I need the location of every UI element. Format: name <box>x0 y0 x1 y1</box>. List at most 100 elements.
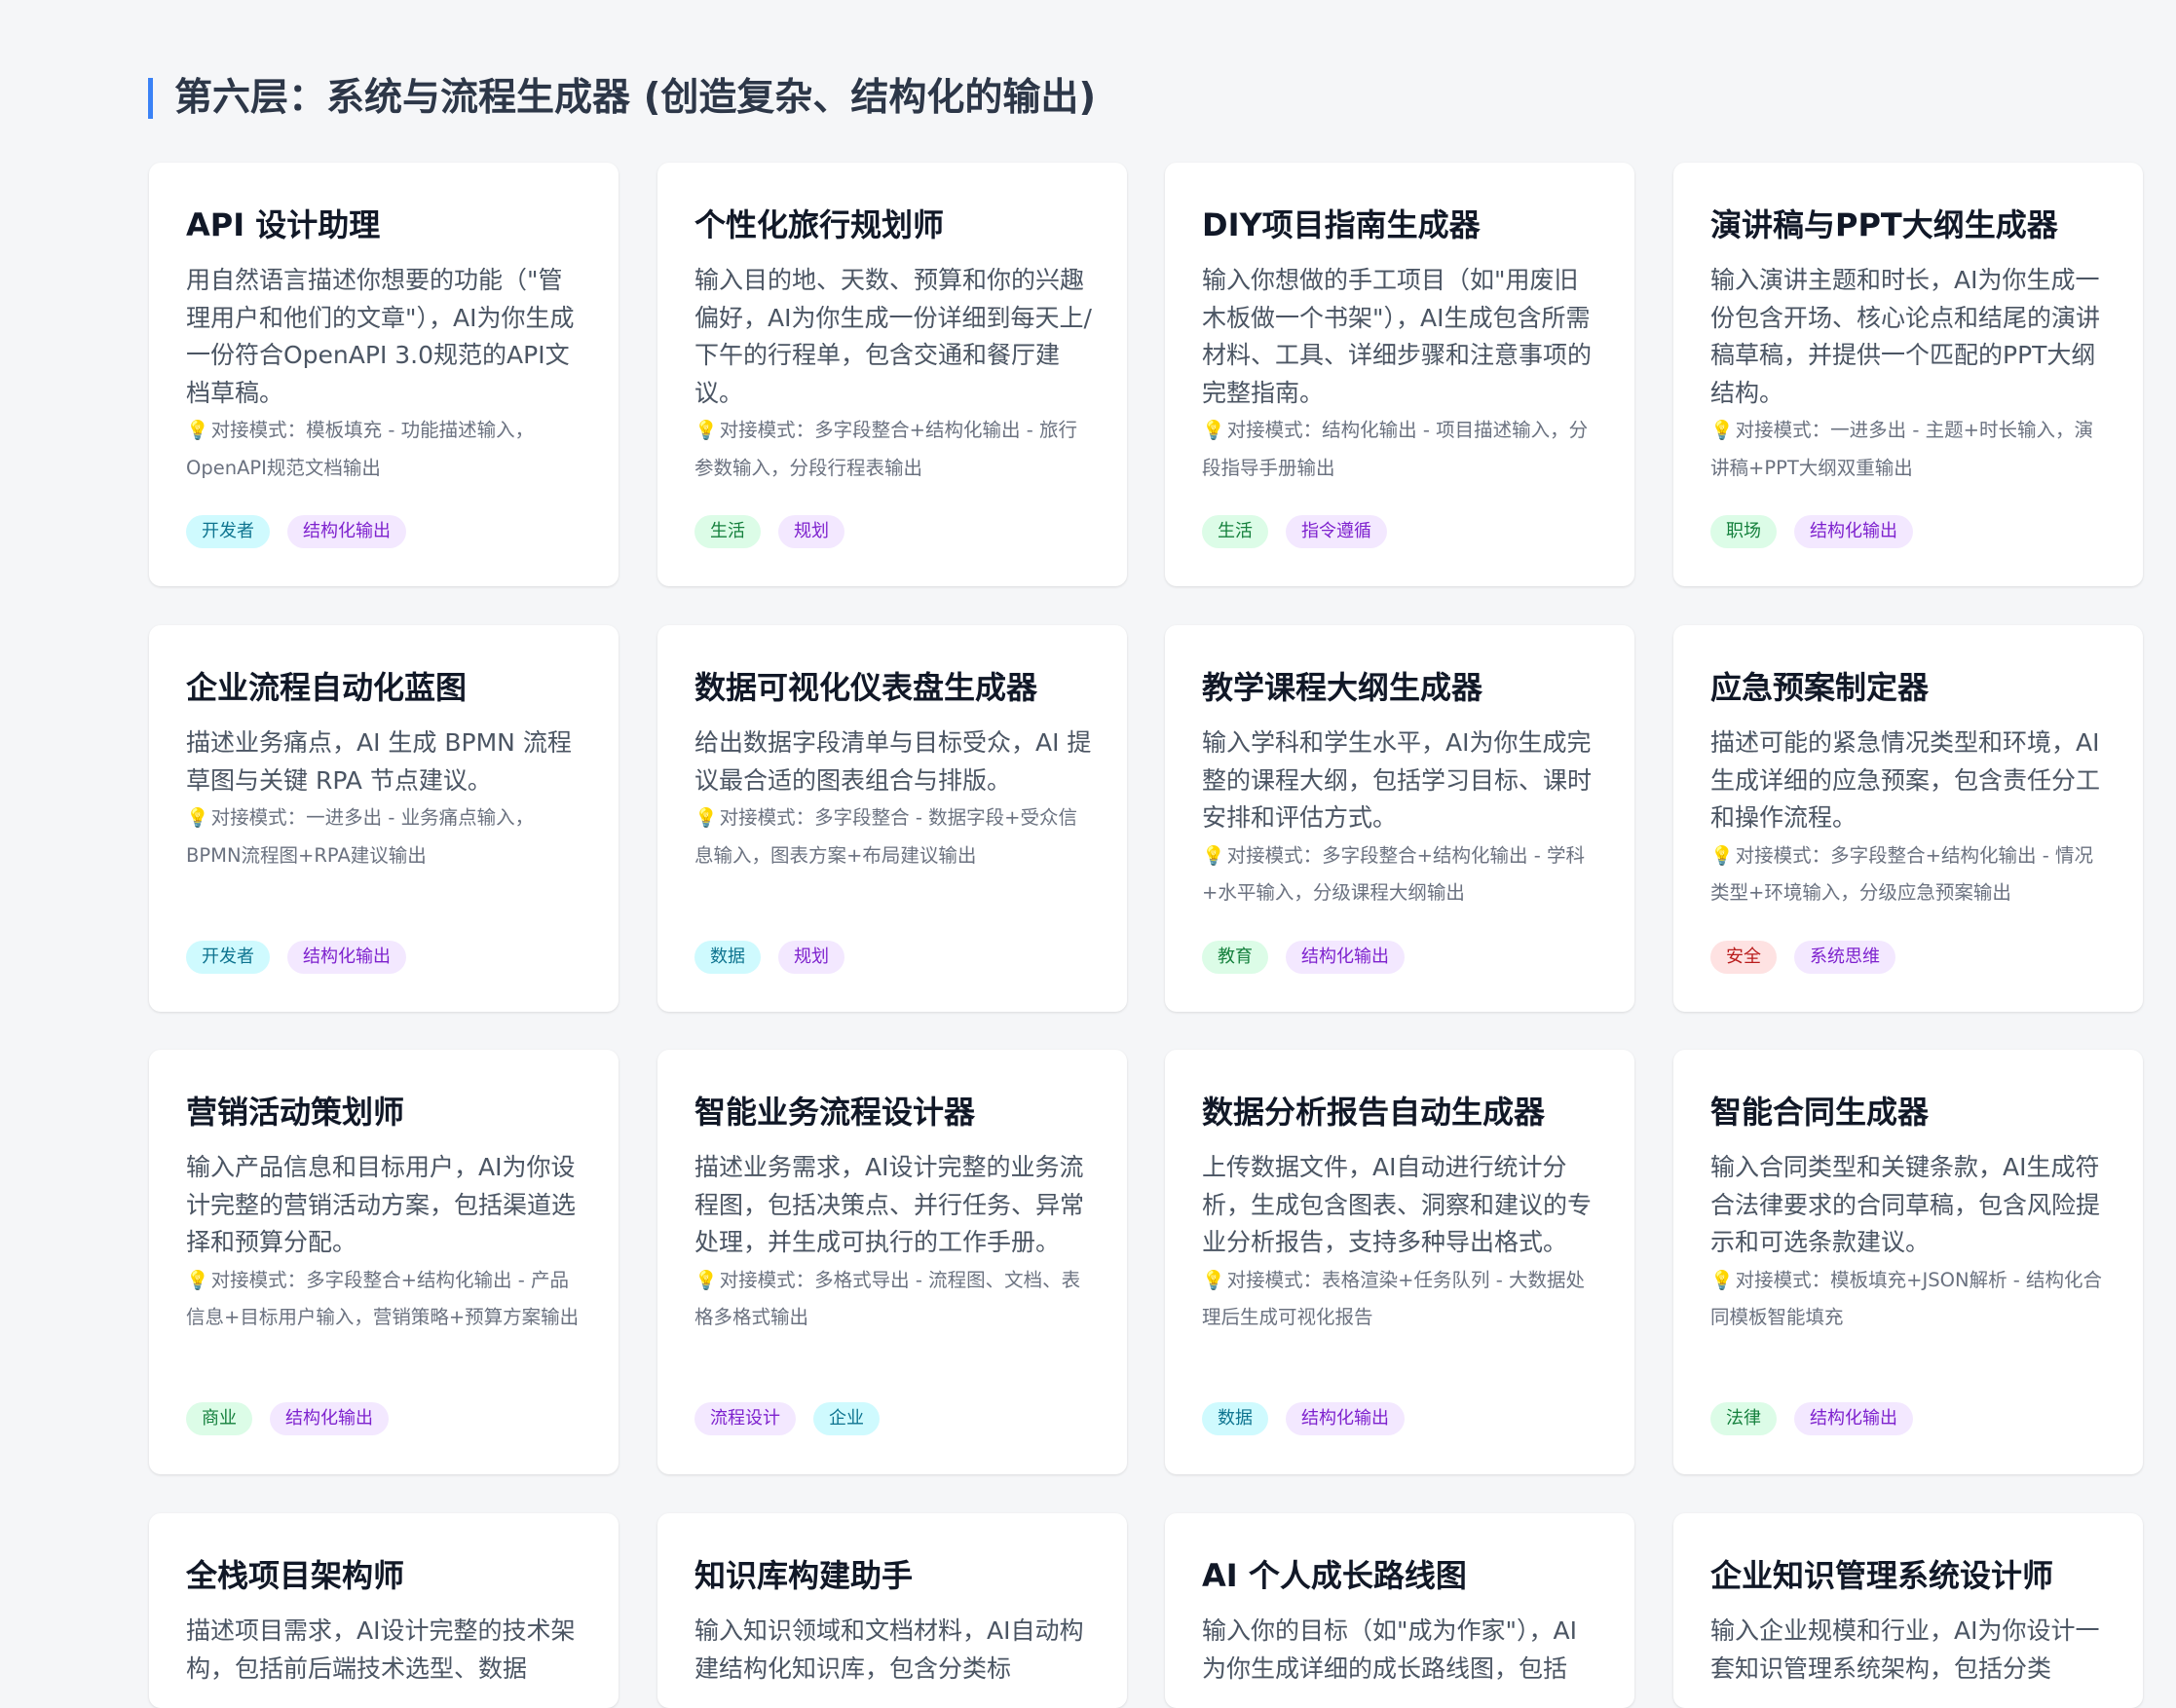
tool-card[interactable]: 智能业务流程设计器 描述业务需求，AI设计完整的业务流程图，包括决策点、并行任务、… <box>657 1050 1127 1474</box>
tag-badge[interactable]: 规划 <box>778 515 844 548</box>
card-description-block: 输入产品信息和目标用户，AI为你设计完整的营销活动方案，包括渠道选择和预算分配。… <box>186 1149 583 1337</box>
tag-badge[interactable]: 结构化输出 <box>1286 941 1405 974</box>
card-description-block: 输入你想做的手工项目（如"用废旧木板做一个书架"），AI生成包含所需材料、工具、… <box>1202 262 1599 487</box>
card-description: 输入产品信息和目标用户，AI为你设计完整的营销活动方案，包括渠道选择和预算分配。 <box>186 1153 577 1256</box>
card-description: 输入你想做的手工项目（如"用废旧木板做一个书架"），AI生成包含所需材料、工具、… <box>1202 266 1593 407</box>
tool-card[interactable]: AI 个人成长路线图 输入你的目标（如"成为作家"），AI为你生成详细的成长路线图… <box>1165 1513 1634 1708</box>
integration-mode-text: 对接模式：模板填充+JSON解析 - 结构化合同模板智能填充 <box>1710 1268 2103 1329</box>
card-description: 输入你的目标（如"成为作家"），AI为你生成详细的成长路线图，包括 <box>1202 1616 1577 1683</box>
tool-card[interactable]: 应急预案制定器 描述可能的紧急情况类型和环境，AI生成详细的应急预案，包含责任分工… <box>1673 625 2143 1012</box>
card-title: 教学课程大纲生成器 <box>1202 669 1483 706</box>
tag-list: 商业 结构化输出 <box>186 1402 389 1435</box>
card-description: 描述业务痛点，AI 生成 BPMN 流程草图与关键 RPA 节点建议。 <box>186 728 572 795</box>
tag-badge[interactable]: 结构化输出 <box>1794 1402 1913 1435</box>
tag-badge[interactable]: 开发者 <box>186 515 270 548</box>
tag-badge[interactable]: 结构化输出 <box>270 1402 389 1435</box>
integration-mode: 💡 对接模式：多字段整合+结构化输出 - 学科+水平输入，分级课程大纲输出 <box>1202 837 1599 912</box>
tag-list: 开发者 结构化输出 <box>186 515 406 548</box>
card-description: 描述业务需求，AI设计完整的业务流程图，包括决策点、并行任务、异常处理，并生成可… <box>694 1153 1085 1256</box>
integration-mode: 💡 对接模式：模板填充 - 功能描述输入，OpenAPI规范文档输出 <box>186 412 583 487</box>
tag-badge[interactable]: 企业 <box>813 1402 880 1435</box>
tool-card[interactable]: 数据可视化仪表盘生成器 给出数据字段清单与目标受众，AI 提议最合适的图表组合与排… <box>657 625 1127 1012</box>
tag-badge[interactable]: 结构化输出 <box>1794 515 1913 548</box>
integration-mode: 💡 对接模式：多字段整合+结构化输出 - 产品信息+目标用户输入，营销策略+预算方… <box>186 1262 583 1337</box>
tool-card[interactable]: DIY项目指南生成器 输入你想做的手工项目（如"用废旧木板做一个书架"），AI生成… <box>1165 163 1634 586</box>
card-title: API 设计助理 <box>186 206 381 243</box>
lightbulb-icon: 💡 <box>694 807 718 829</box>
card-description-block: 输入企业规模和行业，AI为你设计一套知识管理系统架构，包括分类 <box>1710 1613 2108 1688</box>
lightbulb-icon: 💡 <box>1710 420 1734 441</box>
card-description-block: 描述业务需求，AI设计完整的业务流程图，包括决策点、并行任务、异常处理，并生成可… <box>694 1149 1092 1337</box>
tag-badge[interactable]: 职场 <box>1710 515 1777 548</box>
card-title: 个性化旅行规划师 <box>694 206 945 243</box>
card-title: 演讲稿与PPT大纲生成器 <box>1710 206 2058 243</box>
tag-badge[interactable]: 数据 <box>694 941 761 974</box>
tool-card[interactable]: 企业知识管理系统设计师输入企业规模和行业，AI为你设计一套知识管理系统架构，包括… <box>1673 1513 2143 1708</box>
integration-mode: 💡 对接模式：多格式导出 - 流程图、文档、表格多格式输出 <box>694 1262 1092 1337</box>
lightbulb-icon: 💡 <box>1202 1269 1225 1291</box>
section-title: 第六层：系统与流程生成器 (创造复杂、结构化的输出) <box>148 78 1096 119</box>
tag-list: 数据 规划 <box>694 941 844 974</box>
card-description: 输入合同类型和关键条款，AI生成符合法律要求的合同草稿，包含风险提示和可选条款建… <box>1710 1153 2101 1256</box>
tag-list: 开发者 结构化输出 <box>186 941 406 974</box>
card-description-block: 输入学科和学生水平，AI为你生成完整的课程大纲，包括学习目标、课时安排和评估方式… <box>1202 724 1599 912</box>
integration-mode-text: 对接模式：结构化输出 - 项目描述输入，分段指导手册输出 <box>1202 419 1589 479</box>
tag-badge[interactable]: 流程设计 <box>694 1402 796 1435</box>
tag-badge[interactable]: 指令遵循 <box>1286 515 1387 548</box>
tag-list: 安全 系统思维 <box>1710 941 1895 974</box>
tag-badge[interactable]: 数据 <box>1202 1402 1268 1435</box>
tag-badge[interactable]: 结构化输出 <box>287 941 406 974</box>
tag-badge[interactable]: 安全 <box>1710 941 1777 974</box>
integration-mode-text: 对接模式：一进多出 - 业务痛点输入，BPMN流程图+RPA建议输出 <box>186 806 535 867</box>
card-title: 企业知识管理系统设计师 <box>1710 1557 2054 1594</box>
card-description-block: 输入合同类型和关键条款，AI生成符合法律要求的合同草稿，包含风险提示和可选条款建… <box>1710 1149 2108 1337</box>
integration-mode: 💡 对接模式：模板填充+JSON解析 - 结构化合同模板智能填充 <box>1710 1262 2108 1337</box>
tag-list: 生活 指令遵循 <box>1202 515 1387 548</box>
card-description-block: 给出数据字段清单与目标受众，AI 提议最合适的图表组合与排版。 💡 对接模式：多字段… <box>694 724 1092 874</box>
tag-badge[interactable]: 结构化输出 <box>287 515 406 548</box>
tool-card[interactable]: 演讲稿与PPT大纲生成器 输入演讲主题和时长，AI为你生成一份包含开场、核心论点和… <box>1673 163 2143 586</box>
integration-mode: 💡 对接模式：多字段整合+结构化输出 - 情况类型+环境输入，分级应急预案输出 <box>1710 837 2108 912</box>
tag-badge[interactable]: 法律 <box>1710 1402 1777 1435</box>
tag-list: 职场 结构化输出 <box>1710 515 1913 548</box>
tool-card[interactable]: 数据分析报告自动生成器上传数据文件，AI自动进行统计分析，生成包含图表、洞察和建… <box>1165 1050 1634 1474</box>
tag-list: 生活 规划 <box>694 515 844 548</box>
tool-card[interactable]: 教学课程大纲生成器输入学科和学生水平，AI为你生成完整的课程大纲，包括学习目标、… <box>1165 625 1634 1012</box>
integration-mode-text: 对接模式：多字段整合+结构化输出 - 旅行参数输入，分段行程表输出 <box>694 419 1077 479</box>
tool-card[interactable]: 智能合同生成器输入合同类型和关键条款，AI生成符合法律要求的合同草稿，包含风险提… <box>1673 1050 2143 1474</box>
lightbulb-icon: 💡 <box>1202 420 1225 441</box>
integration-mode-text: 对接模式：表格渲染+任务队列 - 大数据处理后生成可视化报告 <box>1202 1268 1585 1329</box>
card-title: 智能合同生成器 <box>1710 1094 1930 1131</box>
tool-card[interactable]: 知识库构建助手输入知识领域和文档材料，AI自动构建结构化知识库，包含分类标 <box>657 1513 1127 1708</box>
lightbulb-icon: 💡 <box>694 1269 718 1291</box>
card-description: 用自然语言描述你想要的功能（"管理用户和他们的文章"），AI为你生成一份符合Op… <box>186 266 575 407</box>
tag-badge[interactable]: 系统思维 <box>1794 941 1895 974</box>
lightbulb-icon: 💡 <box>694 420 718 441</box>
tool-card[interactable]: 个性化旅行规划师输入目的地、天数、预算和你的兴趣偏好，AI为你生成一份详细到每天… <box>657 163 1127 586</box>
card-description: 上传数据文件，AI自动进行统计分析，生成包含图表、洞察和建议的专业分析报告，支持… <box>1202 1153 1593 1256</box>
tag-badge[interactable]: 教育 <box>1202 941 1268 974</box>
tool-card[interactable]: 全栈项目架构师 描述项目需求，AI设计完整的技术架构，包括前后端技术选型、数据 <box>149 1513 619 1708</box>
card-description-block: 上传数据文件，AI自动进行统计分析，生成包含图表、洞察和建议的专业分析报告，支持… <box>1202 1149 1599 1337</box>
integration-mode: 💡 对接模式：多字段整合+结构化输出 - 旅行参数输入，分段行程表输出 <box>694 412 1092 487</box>
card-description: 描述项目需求，AI设计完整的技术架构，包括前后端技术选型、数据 <box>186 1616 576 1683</box>
card-title: 知识库构建助手 <box>694 1557 914 1594</box>
card-title: 数据分析报告自动生成器 <box>1202 1094 1546 1131</box>
integration-mode-text: 对接模式：一进多出 - 主题+时长输入，演讲稿+PPT大纲双重输出 <box>1710 419 2093 479</box>
tag-badge[interactable]: 生活 <box>694 515 761 548</box>
lightbulb-icon: 💡 <box>1202 844 1225 867</box>
card-description: 输入目的地、天数、预算和你的兴趣偏好，AI为你生成一份详细到每天上/下午的行程单… <box>694 266 1092 407</box>
integration-mode: 💡 对接模式：一进多出 - 业务痛点输入，BPMN流程图+RPA建议输出 <box>186 799 583 874</box>
tool-card[interactable]: API 设计助理用自然语言描述你想要的功能（"管理用户和他们的文章"），AI为你… <box>149 163 619 586</box>
tool-card[interactable]: 营销活动策划师 输入产品信息和目标用户，AI为你设计完整的营销活动方案，包括渠道选… <box>149 1050 619 1474</box>
tag-list: 流程设计 企业 <box>694 1402 880 1435</box>
tag-badge[interactable]: 规划 <box>778 941 844 974</box>
tag-badge[interactable]: 结构化输出 <box>1286 1402 1405 1435</box>
tool-card[interactable]: 企业流程自动化蓝图 描述业务痛点，AI 生成 BPMN 流程草图与关键 RPA 节… <box>149 625 619 1012</box>
tag-badge[interactable]: 生活 <box>1202 515 1268 548</box>
card-description: 输入知识领域和文档材料，AI自动构建结构化知识库，包含分类标 <box>694 1616 1084 1683</box>
tag-badge[interactable]: 商业 <box>186 1402 252 1435</box>
lightbulb-icon: 💡 <box>186 1269 209 1291</box>
tag-badge[interactable]: 开发者 <box>186 941 270 974</box>
card-description-block: 描述可能的紧急情况类型和环境，AI生成详细的应急预案，包含责任分工和操作流程。 💡… <box>1710 724 2108 912</box>
